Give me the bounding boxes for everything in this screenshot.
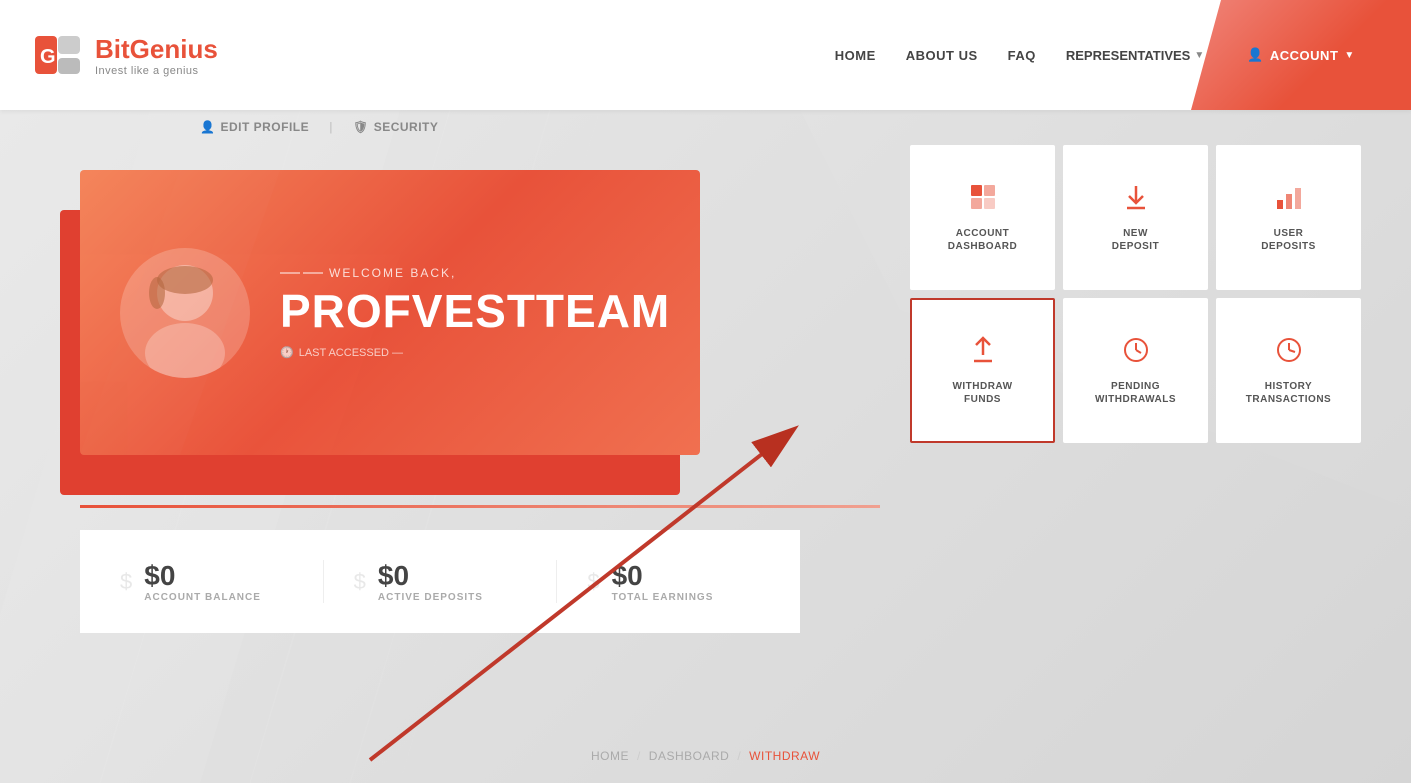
withdraw-funds-icon xyxy=(968,335,998,372)
breadcrumb: HOME / DASHBOARD / WITHDRAW xyxy=(591,749,820,763)
logo-title: BitGenius xyxy=(95,34,218,65)
main-content: 👤 EDIT PROFILE | 🛡 SECURITY xyxy=(0,110,1411,783)
edit-profile-link[interactable]: 👤 EDIT PROFILE xyxy=(200,120,309,134)
total-earnings-label: TOTAL EARNINGS xyxy=(612,592,714,603)
account-chevron-icon: ▼ xyxy=(1344,50,1354,61)
svg-text:G: G xyxy=(40,46,56,68)
stat-active-deposits: $ $0 ACTIVE DEPOSITS xyxy=(354,560,558,603)
balance-icon: $ xyxy=(120,569,132,595)
profile-card-bg-shape xyxy=(80,170,700,455)
deposits-icon: $ xyxy=(354,569,366,595)
orange-accent-line-1 xyxy=(80,505,880,508)
action-grid: ACCOUNT DASHBOARD NEW DEPOSIT USER DEPOS… xyxy=(910,145,1361,443)
welcome-decoration xyxy=(280,272,323,274)
grid-card-pending-withdrawals[interactable]: PENDING WITHDRAWALS xyxy=(1063,298,1208,443)
profile-links: 👤 EDIT PROFILE | 🛡 SECURITY xyxy=(200,120,438,134)
dashboard-label: ACCOUNT DASHBOARD xyxy=(948,227,1018,253)
nav-representatives[interactable]: REPRESENTATIVES ▼ xyxy=(1066,48,1204,63)
user-deposits-label: USER DEPOSITS xyxy=(1261,227,1316,253)
active-deposits-value: $0 xyxy=(378,560,483,592)
grid-card-user-deposits[interactable]: USER DEPOSITS xyxy=(1216,145,1361,290)
active-deposits-label: ACTIVE DEPOSITS xyxy=(378,592,483,603)
profile-card: WELCOME BACK, PROFVESTTEAM 🕐 LAST ACCESS… xyxy=(80,170,700,455)
stats-row: $ $0 ACCOUNT BALANCE $ $0 ACTIVE DEPOSIT… xyxy=(80,530,800,633)
stat-total-earnings: $ $0 TOTAL EARNINGS xyxy=(587,560,760,603)
logo-subtitle: Invest like a genius xyxy=(95,65,218,77)
account-icon: 👤 xyxy=(1247,47,1264,63)
breadcrumb-sep-2: / xyxy=(737,749,741,763)
nav-home[interactable]: HOME xyxy=(835,48,876,63)
grid-card-new-deposit[interactable]: NEW DEPOSIT xyxy=(1063,145,1208,290)
edit-profile-icon: 👤 xyxy=(200,120,215,134)
account-button[interactable]: 👤 ACCOUNT ▼ xyxy=(1247,47,1355,63)
new-deposit-icon xyxy=(1121,182,1151,219)
grid-card-history-transactions[interactable]: HISTORY TRANSACTIONS xyxy=(1216,298,1361,443)
nav-faq[interactable]: FAQ xyxy=(1008,48,1036,63)
account-balance-value: $0 xyxy=(144,560,261,592)
breadcrumb-home[interactable]: HOME xyxy=(591,749,629,763)
history-transactions-label: HISTORY TRANSACTIONS xyxy=(1246,380,1331,406)
account-button-area[interactable]: 👤 ACCOUNT ▼ xyxy=(1191,0,1411,110)
withdraw-funds-label: WITHDRAW FUNDS xyxy=(952,380,1012,406)
pending-withdrawals-icon xyxy=(1121,335,1151,372)
breadcrumb-sep-1: / xyxy=(637,749,641,763)
logo-icon: G xyxy=(30,28,85,83)
pending-withdrawals-label: PENDING WITHDRAWALS xyxy=(1095,380,1176,406)
last-accessed: 🕐 LAST ACCESSED — xyxy=(280,346,670,359)
grid-card-withdraw-funds[interactable]: WITHDRAW FUNDS xyxy=(910,298,1055,443)
logo[interactable]: G BitGenius Invest like a genius xyxy=(30,28,218,83)
clock-icon: 🕐 xyxy=(280,346,294,359)
dashboard-icon xyxy=(968,182,998,219)
total-earnings-value: $0 xyxy=(612,560,714,592)
stat-account-balance: $ $0 ACCOUNT BALANCE xyxy=(120,560,324,603)
earnings-icon: $ xyxy=(587,569,599,595)
nav-about-us[interactable]: ABOUT US xyxy=(906,48,978,63)
profile-section: WELCOME BACK, PROFVESTTEAM 🕐 LAST ACCESS… xyxy=(80,170,700,455)
security-link[interactable]: 🛡 SECURITY xyxy=(353,120,438,134)
new-deposit-label: NEW DEPOSIT xyxy=(1112,227,1159,253)
account-balance-label: ACCOUNT BALANCE xyxy=(144,592,261,603)
breadcrumb-dashboard[interactable]: DASHBOARD xyxy=(649,749,730,763)
security-icon: 🛡 xyxy=(353,120,369,134)
welcome-text: WELCOME BACK, xyxy=(280,266,670,280)
logo-text: BitGenius Invest like a genius xyxy=(95,34,218,77)
header: G BitGenius Invest like a genius HOME AB… xyxy=(0,0,1411,110)
profile-links-divider: | xyxy=(329,120,333,134)
breadcrumb-current: WITHDRAW xyxy=(749,749,820,763)
grid-card-dashboard[interactable]: ACCOUNT DASHBOARD xyxy=(910,145,1055,290)
history-transactions-icon xyxy=(1274,335,1304,372)
user-deposits-icon xyxy=(1274,182,1304,219)
